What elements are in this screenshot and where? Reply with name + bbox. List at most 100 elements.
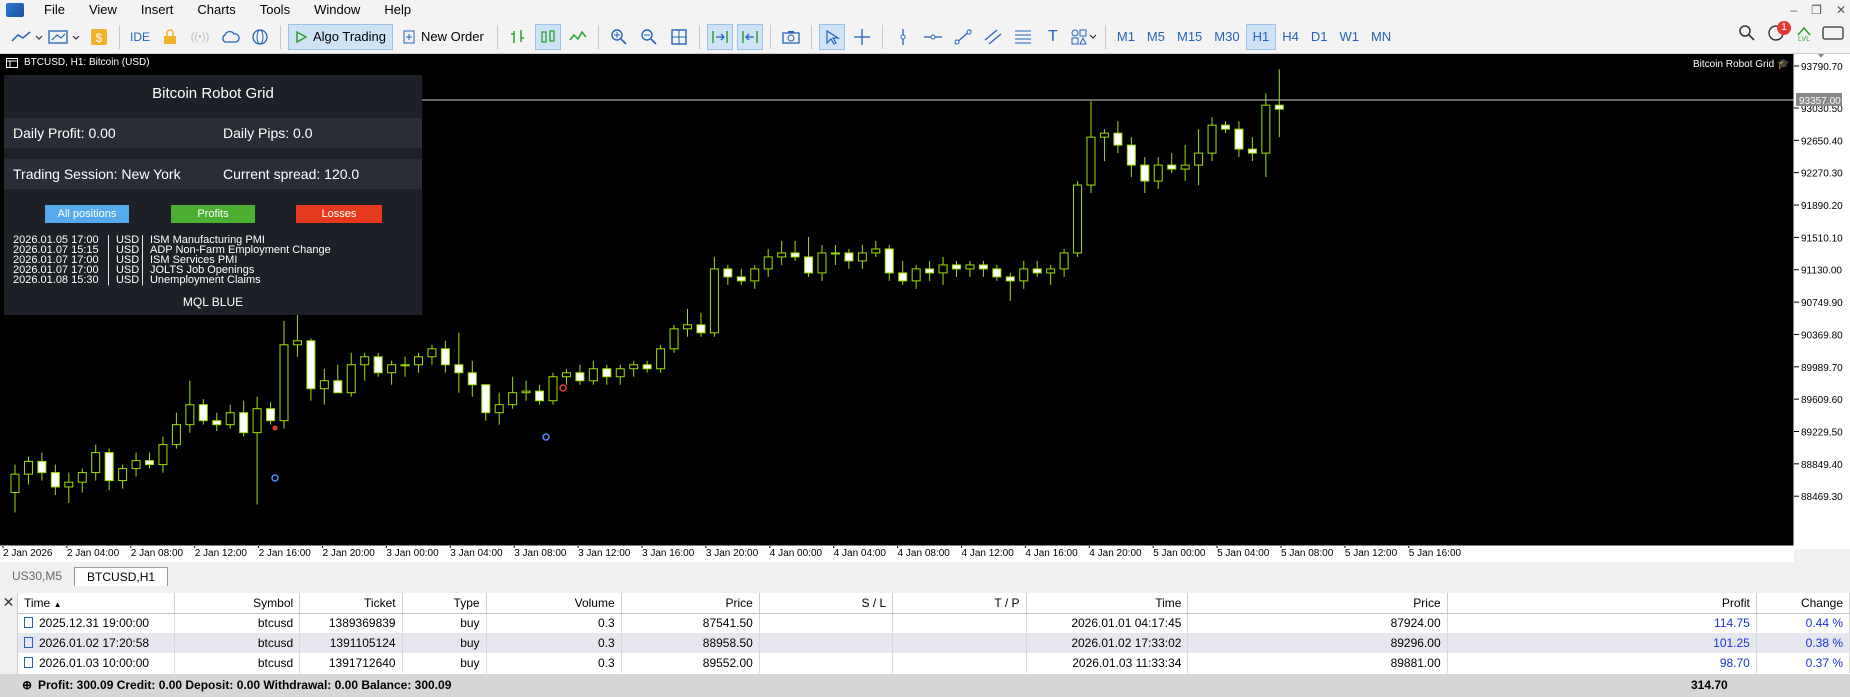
col-symbol[interactable]: Symbol: [174, 593, 301, 614]
notifications-button[interactable]: 1: [1766, 21, 1791, 45]
price-tick-label: 92650.40: [1801, 136, 1843, 147]
chart-window-icon[interactable]: [6, 57, 18, 68]
col-tp[interactable]: T / P: [892, 593, 1027, 614]
toolbox-history: ✕ Time ▲ Symbol Ticket Type Volume Price…: [0, 593, 1850, 697]
menu-charts[interactable]: Charts: [185, 0, 247, 20]
cursor-icon[interactable]: [818, 23, 845, 50]
candle-body: [561, 372, 571, 378]
timeframe-m5[interactable]: M5: [1141, 24, 1171, 50]
menu-window[interactable]: Window: [302, 0, 372, 20]
chart-template-icon[interactable]: [48, 24, 82, 50]
cloud-icon[interactable]: [217, 24, 243, 50]
losses-button[interactable]: Losses: [296, 205, 382, 223]
bar-chart-icon[interactable]: [505, 24, 531, 50]
menu-view[interactable]: View: [77, 0, 129, 20]
timeframe-w1[interactable]: W1: [1333, 24, 1365, 50]
candle-body: [1059, 252, 1069, 270]
timeframe-d1[interactable]: D1: [1305, 24, 1334, 50]
all-positions-button[interactable]: All positions: [45, 205, 129, 223]
line-chart-icon[interactable]: [565, 24, 591, 50]
fibonacci-icon[interactable]: [1010, 24, 1036, 50]
timeframe-m15[interactable]: M15: [1171, 24, 1208, 50]
time-tick-label: 5 Jan 04:00: [1217, 548, 1270, 559]
profits-button[interactable]: Profits: [171, 205, 255, 223]
price-tick-label: 91890.20: [1801, 201, 1843, 212]
candle-body: [736, 276, 746, 282]
menu-help[interactable]: Help: [372, 0, 423, 20]
table-row[interactable]: 2026.01.02 17:20:58 btcusd 1391105124 buy 0.…: [18, 633, 1850, 653]
close-icon[interactable]: ✕: [1836, 0, 1846, 20]
menu-insert[interactable]: Insert: [129, 0, 186, 20]
table-row[interactable]: 2026.01.03 10:00:00 btcusd 1391712640 buy 0.…: [18, 653, 1850, 673]
restore-icon[interactable]: ❐: [1811, 0, 1822, 20]
timeframe-h4[interactable]: H4: [1276, 24, 1305, 50]
candle-body: [145, 460, 154, 466]
minimize-icon[interactable]: –: [1790, 0, 1797, 20]
summary-expand-icon[interactable]: ⊕: [22, 678, 32, 692]
menu-file[interactable]: File: [32, 0, 77, 20]
tile-windows-icon[interactable]: [666, 24, 692, 50]
col-sl[interactable]: S / L: [759, 593, 894, 614]
level-label: LVL: [1798, 36, 1810, 43]
table-cell: [759, 633, 894, 653]
col-volume[interactable]: Volume: [486, 593, 622, 614]
algo-trading-button[interactable]: Algo Trading: [288, 23, 393, 50]
candle-body: [118, 468, 128, 482]
auto-scroll-icon[interactable]: [706, 23, 733, 50]
shapes-icon[interactable]: [1070, 24, 1098, 50]
table-row[interactable]: 2025.12.31 19:00:00 btcusd 1389369839 buy 0.…: [18, 613, 1850, 633]
deal-doc-icon: [24, 657, 33, 668]
channel-icon[interactable]: [980, 24, 1006, 50]
col-close-time[interactable]: Time: [1026, 593, 1189, 614]
zoom-in-icon[interactable]: [606, 24, 632, 50]
col-price[interactable]: Price: [621, 593, 760, 614]
table-cell: 0.3: [486, 613, 622, 633]
candle-body: [171, 424, 181, 446]
col-ticket[interactable]: Ticket: [299, 593, 403, 614]
tab-btcusd-h1[interactable]: BTCUSD,H1: [74, 567, 169, 586]
search-icon[interactable]: [1738, 24, 1756, 45]
algo-trading-label: Algo Trading: [313, 29, 386, 44]
tab-us30-m5[interactable]: US30,M5: [0, 567, 74, 586]
ide-button[interactable]: IDE: [127, 24, 153, 50]
col-time[interactable]: Time ▲: [18, 593, 175, 614]
market-dollar-icon[interactable]: $: [86, 24, 112, 50]
timeframe-h1[interactable]: H1: [1245, 23, 1277, 50]
timeframe-mn[interactable]: MN: [1365, 24, 1397, 50]
candle-body: [1194, 152, 1204, 166]
horizontal-line-icon[interactable]: [920, 24, 946, 50]
screenshot-icon[interactable]: [778, 24, 804, 50]
menu-tools[interactable]: Tools: [248, 0, 302, 20]
chart-shift-icon[interactable]: [736, 23, 763, 50]
candle-body: [387, 364, 397, 374]
panel-toggle-icon[interactable]: [1822, 26, 1844, 43]
col-type[interactable]: Type: [402, 593, 487, 614]
table-cell: 89296.00: [1187, 633, 1448, 653]
col-close-price[interactable]: Price: [1187, 593, 1448, 614]
candle-body: [965, 264, 975, 270]
timeframe-m1[interactable]: M1: [1111, 24, 1141, 50]
col-change[interactable]: Change: [1756, 593, 1850, 614]
globe-icon[interactable]: [247, 24, 273, 50]
trading-session: Trading Session: New York: [13, 166, 181, 182]
zoom-out-icon[interactable]: [636, 24, 662, 50]
table-cell: 89881.00: [1187, 653, 1448, 673]
lock-icon[interactable]: [157, 24, 183, 50]
chart-type-icon[interactable]: [10, 24, 44, 50]
trendline-icon[interactable]: [950, 24, 976, 50]
time-tick-label: 3 Jan 20:00: [705, 548, 759, 559]
menu-bar: File View Insert Charts Tools Window Hel…: [0, 0, 1850, 20]
timeframe-m30[interactable]: M30: [1208, 24, 1245, 50]
ea-name-label: Bitcoin Robot Grid: [1693, 59, 1775, 70]
text-tool-icon[interactable]: T: [1040, 24, 1066, 50]
new-order-button[interactable]: New Order: [397, 24, 490, 50]
signal-icon[interactable]: ((•)): [187, 24, 213, 50]
crosshair-icon[interactable]: [849, 24, 875, 50]
account-level-icon[interactable]: LVL: [1796, 26, 1812, 43]
table-cell: 2026.01.03 11:33:34: [1026, 653, 1189, 673]
vertical-line-icon[interactable]: [890, 24, 916, 50]
candle-body: [239, 412, 249, 434]
candlestick-icon[interactable]: [534, 23, 561, 50]
candle-body: [535, 390, 545, 402]
col-profit[interactable]: Profit: [1447, 593, 1757, 614]
